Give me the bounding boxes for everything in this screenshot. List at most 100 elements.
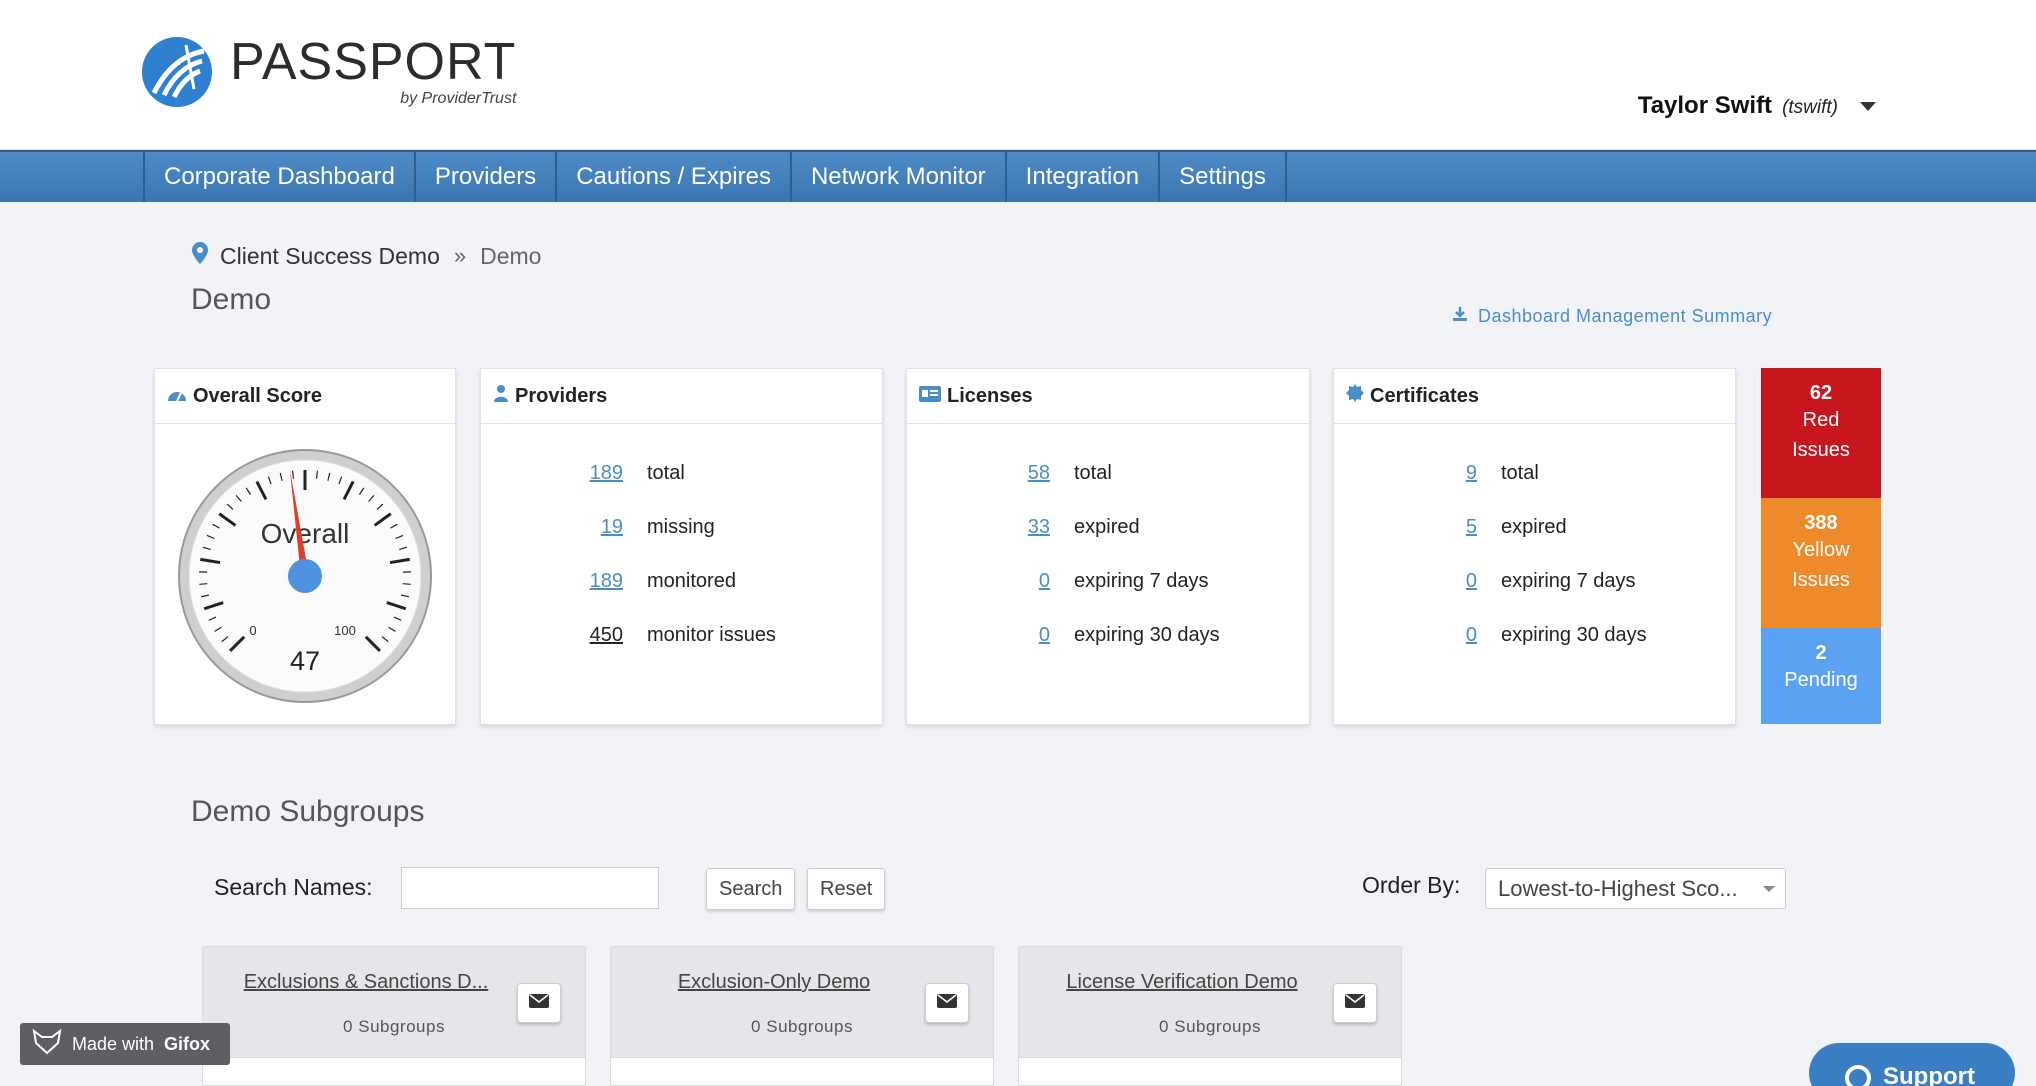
envelope-icon	[937, 993, 957, 1013]
list-item: 9 total	[1334, 446, 1735, 500]
stat-label: total	[1074, 461, 1112, 484]
subgroup-card-body	[610, 1057, 994, 1085]
list-item: 0 expiring 7 days	[907, 554, 1309, 608]
stat-label: expiring 30 days	[1074, 623, 1220, 646]
gauge-hub	[288, 559, 322, 593]
yellow-issues-label: Yellow	[1792, 539, 1850, 561]
breadcrumb-parent[interactable]: Client Success Demo	[220, 243, 440, 270]
list-item: 450 monitor issues	[481, 608, 882, 662]
nav-network-monitor[interactable]: Network Monitor	[789, 152, 1005, 202]
breadcrumb: Client Success Demo » Demo	[192, 242, 541, 270]
dashboard-management-summary-link[interactable]: Dashboard Management Summary	[1452, 306, 1772, 327]
list-item: 19 missing	[481, 500, 882, 554]
gifox-brand: Gifox	[164, 1033, 211, 1054]
red-issues-count: 62	[1809, 382, 1833, 404]
email-button[interactable]	[517, 983, 561, 1023]
stat-label: total	[1501, 461, 1539, 484]
providers-monitor-issues-link[interactable]: 450	[481, 624, 623, 647]
nav-providers[interactable]: Providers	[413, 152, 555, 202]
list-item: 58 total	[907, 446, 1309, 500]
id-card-icon	[919, 385, 941, 408]
app-header: PASSPORT by ProviderTrust Taylor Swift (…	[0, 0, 2036, 150]
order-by-select[interactable]: Lowest-to-Highest Sco...	[1485, 868, 1786, 909]
subgroup-name-link[interactable]: Exclusions & Sanctions D...	[227, 971, 505, 994]
subgroup-card-body	[1018, 1057, 1402, 1085]
passport-logo-icon	[142, 37, 212, 107]
certificates-total-link[interactable]: 9	[1334, 462, 1477, 485]
list-item: 0 expiring 7 days	[1334, 554, 1735, 608]
subgroup-name-link[interactable]: Exclusion-Only Demo	[635, 971, 913, 994]
email-button[interactable]	[1333, 983, 1377, 1023]
pending-tile[interactable]: 2 Pending	[1761, 628, 1881, 724]
envelope-icon	[1345, 993, 1365, 1013]
search-button[interactable]: Search	[706, 868, 796, 910]
certificates-card: Certificates 9 total 5 expired 0 expiring 7…	[1333, 368, 1736, 725]
chevron-down-icon	[1763, 886, 1775, 892]
pending-count: 2	[1815, 642, 1827, 664]
yellow-issues-count: 388	[1804, 512, 1838, 534]
providers-missing-link[interactable]: 19	[481, 516, 623, 539]
user-doctor-icon	[493, 384, 509, 408]
red-issues-label: Red	[1802, 409, 1840, 431]
gauge-max-label: 100	[334, 623, 356, 638]
gauge-min-label: 0	[249, 623, 256, 638]
breadcrumb-separator-icon: »	[453, 243, 467, 268]
list-item: 33 expired	[907, 500, 1309, 554]
nav-settings[interactable]: Settings	[1158, 152, 1287, 202]
subgroups-title: Demo Subgroups	[191, 795, 425, 828]
support-button[interactable]: Support	[1809, 1043, 2015, 1086]
search-names-input[interactable]	[401, 867, 659, 909]
envelope-icon	[529, 993, 549, 1013]
gauge-minor-tick	[199, 583, 208, 585]
gauge-minor-tick	[402, 583, 411, 585]
gauge-label: Overall	[261, 518, 350, 549]
chevron-down-icon[interactable]	[1860, 101, 1876, 111]
providers-monitored-link[interactable]: 189	[481, 570, 623, 593]
location-pin-icon	[192, 242, 208, 270]
user-name: Taylor Swift	[1637, 92, 1773, 119]
providers-title: Providers	[515, 384, 608, 407]
certificates-expiring-30-link[interactable]: 0	[1334, 624, 1477, 647]
certificates-expired-link[interactable]: 5	[1334, 516, 1477, 539]
subgroup-card-body	[202, 1057, 586, 1085]
providers-total-link[interactable]: 189	[481, 462, 623, 485]
overall-gauge: Overall 0 100 47	[177, 448, 433, 704]
certificates-expiring-7-link[interactable]: 0	[1334, 570, 1477, 593]
stat-label: expiring 7 days	[1074, 569, 1209, 592]
red-issues-tile[interactable]: 62 Red Issues	[1761, 368, 1881, 498]
nav-corporate-dashboard[interactable]: Corporate Dashboard	[143, 152, 414, 202]
passport-logo[interactable]: PASSPORT by ProviderTrust	[142, 36, 516, 108]
subgroup-name-link[interactable]: License Verification Demo	[1043, 971, 1321, 994]
licenses-expired-link[interactable]: 33	[907, 516, 1050, 539]
overall-score-title: Overall Score	[193, 384, 322, 407]
stat-label: missing	[647, 515, 715, 538]
certificates-title: Certificates	[1370, 384, 1479, 407]
yellow-issues-tile[interactable]: 388 Yellow Issues	[1761, 498, 1881, 628]
logo-subtitle: by ProviderTrust	[400, 90, 517, 107]
stat-label: total	[647, 461, 685, 484]
licenses-expiring-30-link[interactable]: 0	[907, 624, 1050, 647]
subgroup-card: License Verification Demo 0 Subgroups	[1018, 946, 1402, 1086]
stat-label: expiring 7 days	[1501, 569, 1636, 592]
providers-card: Providers 189 total 19 missing 189 monitore…	[480, 368, 883, 725]
list-item: 5 expired	[1334, 500, 1735, 554]
page-title: Demo	[191, 283, 272, 316]
subgroup-card: Exclusions & Sanctions D... 0 Subgroups	[202, 946, 586, 1086]
licenses-expiring-7-link[interactable]: 0	[907, 570, 1050, 593]
overall-score-card: Overall Score Overall 0 100 47	[154, 368, 456, 725]
certificate-badge-icon	[1346, 384, 1364, 408]
list-item: 0 expiring 30 days	[907, 608, 1309, 662]
stat-label: expired	[1074, 515, 1140, 538]
licenses-total-link[interactable]: 58	[907, 462, 1050, 485]
main-nav: Corporate Dashboard Providers Cautions /…	[0, 150, 2036, 202]
issue-summary: 62 Red Issues 388 Yellow Issues 2 Pendin…	[1761, 368, 1881, 724]
nav-cautions-expires[interactable]: Cautions / Expires	[555, 152, 790, 202]
yellow-issues-label-2: Issues	[1792, 569, 1850, 591]
reset-button[interactable]: Reset	[807, 868, 886, 910]
gauge-value: 47	[290, 646, 320, 676]
logo-title: PASSPORT	[230, 33, 517, 91]
nav-integration[interactable]: Integration	[1004, 152, 1158, 202]
user-menu[interactable]: Taylor Swift (tswift)	[1638, 92, 1876, 120]
list-item: 189 total	[481, 446, 882, 500]
email-button[interactable]	[925, 983, 969, 1023]
